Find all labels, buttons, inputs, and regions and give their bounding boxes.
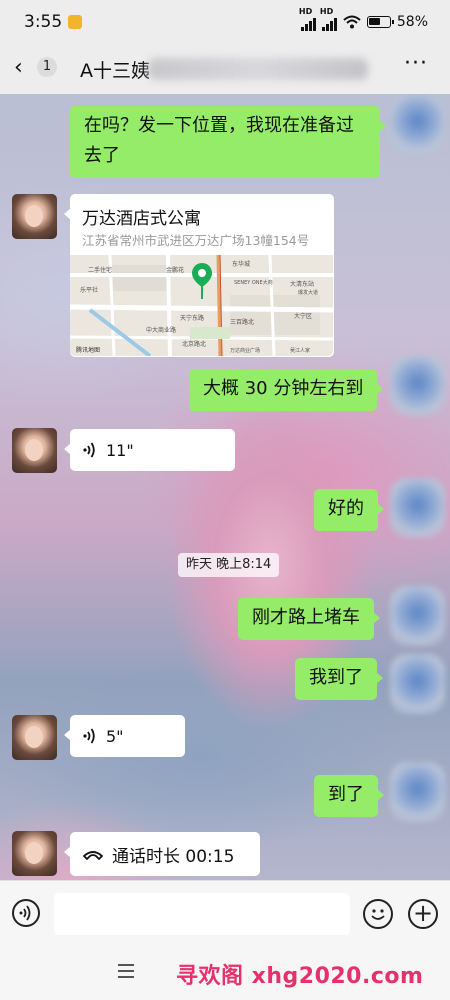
map-label: 东华城 xyxy=(232,261,251,268)
plus-icon[interactable]: + xyxy=(408,899,438,929)
status-bar: 3:55 HD HD 58% xyxy=(0,0,450,44)
call-record-message[interactable]: 通话时长 00:15 xyxy=(64,832,260,876)
my-avatar[interactable] xyxy=(390,478,445,538)
map-label: 大清东站 xyxy=(290,281,315,288)
system-bottom-bar: 寻欢阁 xhg2020.com xyxy=(0,946,450,1000)
notification-app-icon xyxy=(68,15,82,29)
battery-percent: 58% xyxy=(396,14,428,30)
message-bubble[interactable]: 到了 xyxy=(314,775,384,817)
my-avatar[interactable] xyxy=(390,356,445,416)
message-bubble[interactable]: 刚才路上堵车 xyxy=(238,598,380,640)
signal-1-label: HD xyxy=(298,7,313,16)
map-label: 吴江人家 xyxy=(290,348,311,354)
map-label: 天宁东路 xyxy=(180,315,205,322)
map-label: 乐平社 xyxy=(80,287,99,294)
chat-header: ‹ 1 A十三姨 ··· xyxy=(0,44,450,94)
location-title: 万达酒店式公寓 xyxy=(82,209,201,229)
message-text: 大概 30 分钟左右到 xyxy=(203,378,364,399)
map-label: 大宁区 xyxy=(294,313,313,320)
call-duration-text: 通话时长 00:15 xyxy=(112,846,235,867)
menu-icon[interactable] xyxy=(118,964,134,978)
message-text-line-1: 在吗？发一下位置，我现在准备过 xyxy=(84,115,354,136)
message-bubble[interactable]: 好的 xyxy=(314,489,384,531)
more-icon[interactable]: ··· xyxy=(404,51,428,76)
contact-avatar[interactable] xyxy=(12,715,57,760)
location-map: 二手住宅 金鹏花 东华城 SENEY ONE大商 大清东站 爆发大道 乐平社 天… xyxy=(70,255,333,356)
watermark-text: 寻欢阁 xhg2020.com xyxy=(176,964,424,989)
map-label: 北京路北 xyxy=(182,341,207,348)
status-time: 3:55 xyxy=(24,12,63,32)
message-text: 到了 xyxy=(328,784,364,805)
map-label: SENEY ONE大商 xyxy=(234,280,273,286)
location-address: 江苏省常州市武进区万达广场13幢154号 xyxy=(82,233,310,248)
my-avatar[interactable] xyxy=(390,94,445,154)
unread-count-badge[interactable]: 1 xyxy=(37,57,57,77)
map-pin-icon xyxy=(192,263,212,299)
voice-icon xyxy=(83,442,95,458)
message-bubble[interactable]: 大概 30 分钟左右到 xyxy=(189,369,384,411)
contact-avatar[interactable] xyxy=(12,428,57,473)
voice-input-icon[interactable] xyxy=(12,899,40,927)
voice-duration: 11" xyxy=(106,440,134,460)
status-icons: HD HD 58% xyxy=(299,7,428,31)
map-label: 二手住宅 xyxy=(88,267,113,274)
voice-icon xyxy=(83,728,95,744)
signal-2-icon: HD xyxy=(320,7,337,31)
message-input[interactable] xyxy=(54,893,350,935)
message-timestamp: 昨天 晚上8:14 xyxy=(178,553,280,577)
my-avatar[interactable] xyxy=(390,654,445,714)
message-text: 我到了 xyxy=(309,667,363,688)
chat-message-list[interactable]: 在吗？发一下位置，我现在准备过 去了 万达酒店式公寓 江苏省常州市武进区万达广场… xyxy=(0,94,450,880)
map-label: 爆发大道 xyxy=(298,290,319,296)
voice-message[interactable]: 5" xyxy=(64,715,185,757)
message-bubble[interactable]: 在吗？发一下位置，我现在准备过 去了 xyxy=(70,106,386,178)
phone-icon xyxy=(83,851,103,860)
voice-duration: 5" xyxy=(106,726,124,746)
map-label: 三百路北 xyxy=(230,319,255,326)
blurred-name xyxy=(148,58,368,80)
map-label: 腾讯地图 xyxy=(76,347,101,354)
message-bubble[interactable]: 我到了 xyxy=(295,658,383,700)
battery-icon xyxy=(366,16,394,28)
back-arrow-icon[interactable]: ‹ xyxy=(14,56,23,80)
map-label: 万达商业广场 xyxy=(230,348,261,354)
location-card[interactable]: 万达酒店式公寓 江苏省常州市武进区万达广场13幢154号 二手住宅 金鹏花 东华… xyxy=(64,194,334,357)
message-text: 刚才路上堵车 xyxy=(252,607,360,628)
chat-title: A十三姨 xyxy=(80,60,150,82)
contact-avatar[interactable] xyxy=(12,831,57,876)
my-avatar[interactable] xyxy=(390,762,445,822)
contact-avatar[interactable] xyxy=(12,194,57,239)
my-avatar[interactable] xyxy=(390,586,445,646)
signal-2-label: HD xyxy=(319,7,334,16)
message-input-bar: + xyxy=(0,880,450,947)
message-text-line-2: 去了 xyxy=(84,145,120,166)
signal-1-icon: HD xyxy=(299,7,316,31)
emoji-icon[interactable] xyxy=(363,899,393,929)
wifi-icon xyxy=(343,15,361,29)
map-label: 金鹏花 xyxy=(166,267,185,274)
voice-message[interactable]: 11" xyxy=(64,429,235,471)
map-label: 中大商业路 xyxy=(146,327,177,334)
message-text: 好的 xyxy=(328,498,364,519)
